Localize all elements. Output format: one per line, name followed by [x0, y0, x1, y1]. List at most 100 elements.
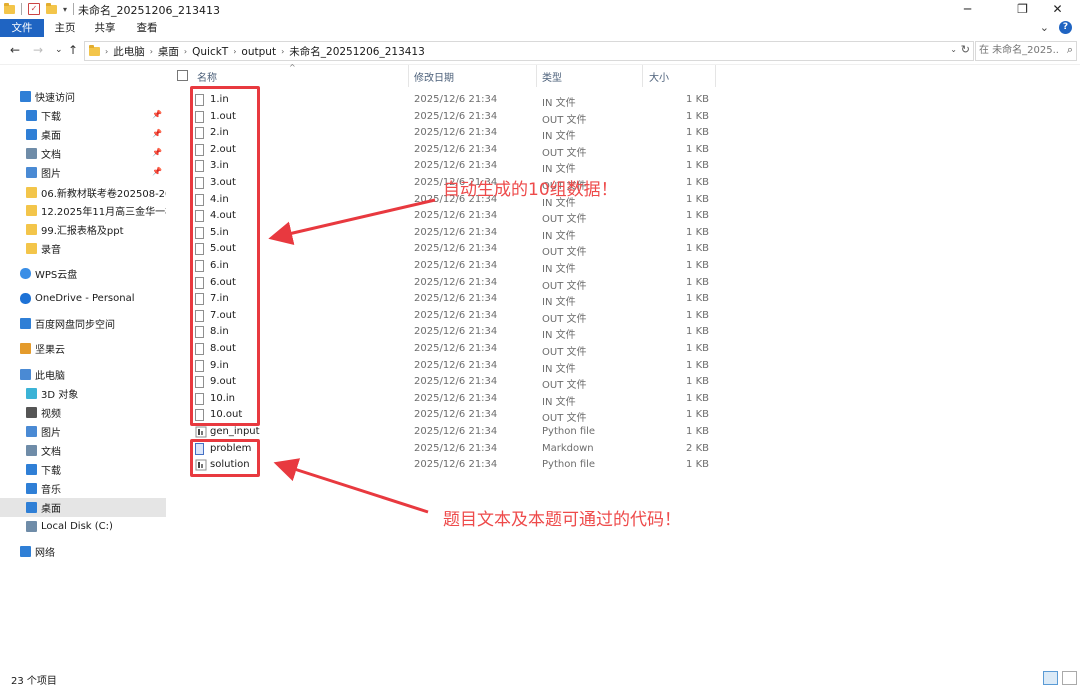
sidebar-item[interactable]: 视频: [0, 403, 166, 422]
table-row[interactable]: 7.in 2025/12/6 21:34 IN 文件 1 KB: [167, 291, 1080, 308]
breadcrumb-current[interactable]: 未命名_20251206_213413: [289, 44, 425, 59]
new-folder-icon[interactable]: [46, 2, 57, 14]
forward-button[interactable]: →: [33, 43, 43, 57]
large-icons-view-icon[interactable]: [1062, 671, 1077, 685]
table-row[interactable]: 3.in 2025/12/6 21:34 IN 文件 1 KB: [167, 158, 1080, 175]
documents-icon: [26, 445, 37, 456]
table-row[interactable]: 8.in 2025/12/6 21:34 IN 文件 1 KB: [167, 324, 1080, 341]
file-size: 1 KB: [686, 343, 709, 354]
refresh-icon[interactable]: ↻: [961, 43, 970, 56]
chevron-right-icon[interactable]: ›: [184, 47, 187, 56]
table-row[interactable]: problem 2025/12/6 21:34 Markdown 2 KB: [167, 441, 1080, 458]
table-row[interactable]: 4.in 2025/12/6 21:34 IN 文件 1 KB: [167, 192, 1080, 209]
sidebar-item[interactable]: 下载 📌: [0, 106, 166, 125]
table-row[interactable]: 2.out 2025/12/6 21:34 OUT 文件 1 KB: [167, 142, 1080, 159]
chevron-right-icon[interactable]: ›: [150, 47, 153, 56]
recent-locations-button[interactable]: ⌄: [55, 45, 63, 55]
column-name[interactable]: 名称: [197, 69, 217, 84]
table-row[interactable]: 10.in 2025/12/6 21:34 IN 文件 1 KB: [167, 391, 1080, 408]
sidebar-item[interactable]: 录音: [0, 239, 166, 258]
table-row[interactable]: 10.out 2025/12/6 21:34 OUT 文件 1 KB: [167, 407, 1080, 424]
search-box[interactable]: ⌕: [975, 41, 1077, 61]
table-row[interactable]: 1.out 2025/12/6 21:34 OUT 文件 1 KB: [167, 109, 1080, 126]
sidebar-item[interactable]: 3D 对象: [0, 384, 166, 403]
properties-icon[interactable]: ✓: [28, 3, 40, 15]
chevron-right-icon[interactable]: ›: [105, 47, 108, 56]
tab-home[interactable]: 主页: [50, 19, 80, 37]
table-row[interactable]: 6.out 2025/12/6 21:34 OUT 文件 1 KB: [167, 275, 1080, 292]
sidebar-item-label: OneDrive - Personal: [35, 293, 135, 304]
address-bar[interactable]: › 此电脑 › 桌面 › QuickT › output › 未命名_20251…: [84, 41, 974, 61]
sidebar-item[interactable]: 此电脑: [0, 365, 166, 384]
table-row[interactable]: 4.out 2025/12/6 21:34 OUT 文件 1 KB: [167, 208, 1080, 225]
sidebar-item[interactable]: 图片: [0, 422, 166, 441]
details-view-icon[interactable]: [1043, 671, 1058, 685]
sidebar-item[interactable]: 文档: [0, 441, 166, 460]
table-row[interactable]: solution 2025/12/6 21:34 Python file 1 KB: [167, 457, 1080, 474]
pin-icon[interactable]: 📌: [152, 110, 162, 119]
tab-file[interactable]: 文件: [0, 19, 44, 37]
column-date[interactable]: 修改日期: [414, 69, 454, 84]
column-size[interactable]: 大小: [649, 69, 669, 84]
help-icon[interactable]: ?: [1059, 21, 1072, 34]
table-row[interactable]: 9.in 2025/12/6 21:34 IN 文件 1 KB: [167, 358, 1080, 375]
sidebar-item[interactable]: 99.汇报表格及ppt: [0, 220, 166, 239]
chevron-right-icon[interactable]: ›: [281, 47, 284, 56]
breadcrumb-output[interactable]: output: [241, 46, 276, 58]
table-row[interactable]: 1.in 2025/12/6 21:34 IN 文件 1 KB: [167, 92, 1080, 109]
breadcrumb-this-pc[interactable]: 此电脑: [113, 44, 145, 59]
sidebar-item[interactable]: 坚果云: [0, 339, 166, 358]
sidebar-item-label: 文档: [41, 447, 61, 458]
sidebar-item[interactable]: 文档 📌: [0, 144, 166, 163]
pin-icon[interactable]: 📌: [152, 148, 162, 157]
tab-share[interactable]: 共享: [90, 19, 120, 37]
pin-icon[interactable]: 📌: [152, 167, 162, 176]
file-type: IN 文件: [542, 131, 576, 143]
sidebar-item[interactable]: 桌面: [0, 498, 166, 517]
sidebar-item[interactable]: 下载: [0, 460, 166, 479]
item-count: 23 个项目: [11, 676, 57, 687]
column-divider[interactable]: [408, 65, 409, 87]
table-row[interactable]: 5.in 2025/12/6 21:34 IN 文件 1 KB: [167, 225, 1080, 242]
back-button[interactable]: ←: [10, 43, 20, 57]
tab-view[interactable]: 查看: [132, 19, 162, 37]
sidebar-item[interactable]: 12.2025年11月高三金华一模: [0, 201, 166, 220]
select-all-checkbox[interactable]: [177, 70, 188, 81]
table-row[interactable]: 3.out 2025/12/6 21:34 OUT 文件 1 KB: [167, 175, 1080, 192]
table-row[interactable]: 7.out 2025/12/6 21:34 OUT 文件 1 KB: [167, 308, 1080, 325]
sidebar-item[interactable]: Local Disk (C:): [0, 517, 166, 536]
sidebar-item[interactable]: 快速访问: [0, 87, 166, 106]
file-size: 1 KB: [686, 193, 709, 205]
table-row[interactable]: 9.out 2025/12/6 21:34 OUT 文件 1 KB: [167, 374, 1080, 391]
sidebar-item[interactable]: WPS云盘: [0, 264, 166, 283]
sidebar-item-label: 网络: [35, 548, 55, 559]
sidebar-item[interactable]: 06.新教材联考卷202508-2026: [0, 183, 166, 202]
customize-toolbar-icon[interactable]: ▾: [63, 5, 67, 14]
column-type[interactable]: 类型: [542, 69, 562, 84]
sidebar-item[interactable]: OneDrive - Personal: [0, 289, 166, 308]
table-row[interactable]: 8.out 2025/12/6 21:34 OUT 文件 1 KB: [167, 341, 1080, 358]
column-divider[interactable]: [642, 65, 643, 87]
search-input[interactable]: [976, 42, 1059, 58]
expand-ribbon-icon[interactable]: ⌄: [1040, 21, 1049, 34]
table-row[interactable]: 5.out 2025/12/6 21:34 OUT 文件 1 KB: [167, 241, 1080, 258]
computer-icon: [20, 369, 31, 380]
chevron-right-icon[interactable]: ›: [233, 47, 236, 56]
breadcrumb-desktop[interactable]: 桌面: [158, 44, 179, 59]
close-button[interactable]: ✕: [1035, 0, 1080, 19]
sidebar-item[interactable]: 网络: [0, 542, 166, 561]
sidebar-item[interactable]: 图片 📌: [0, 163, 166, 182]
breadcrumb-quickt[interactable]: QuickT: [192, 46, 228, 58]
sidebar-item[interactable]: 桌面 📌: [0, 125, 166, 144]
table-row[interactable]: 6.in 2025/12/6 21:34 IN 文件 1 KB: [167, 258, 1080, 275]
sidebar-item[interactable]: 音乐: [0, 479, 166, 498]
column-divider[interactable]: [715, 65, 716, 87]
table-row[interactable]: gen_input 2025/12/6 21:34 Python file 1 KB: [167, 424, 1080, 441]
column-divider[interactable]: [536, 65, 537, 87]
minimize-button[interactable]: ─: [945, 0, 990, 19]
pin-icon[interactable]: 📌: [152, 129, 162, 138]
sidebar-item[interactable]: 百度网盘同步空间: [0, 314, 166, 333]
up-button[interactable]: ↑: [68, 43, 78, 57]
address-history-icon[interactable]: ⌄: [950, 45, 957, 54]
table-row[interactable]: 2.in 2025/12/6 21:34 IN 文件 1 KB: [167, 125, 1080, 142]
